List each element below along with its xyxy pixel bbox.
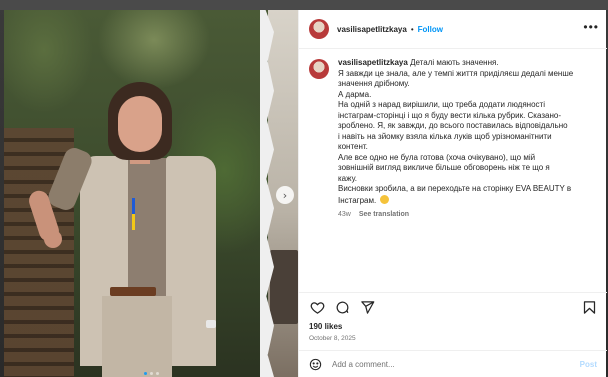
carousel-dots [144, 372, 159, 375]
caption-text: vasilisapetlitzkaya Деталі мають значенн… [338, 58, 596, 206]
follow-button[interactable]: Follow [418, 25, 443, 34]
post-comment-button[interactable]: Post [580, 360, 597, 369]
caption-line: Але все одно не була готова (хоча очікув… [338, 152, 536, 162]
photo-pants [102, 296, 172, 377]
photo-face [118, 96, 162, 152]
action-bar [299, 292, 607, 322]
header-username[interactable]: vasilisapetlitzkaya [337, 25, 407, 34]
photo-vest-right [166, 156, 216, 366]
post-modal: › vasilisapetlitzkaya • Follow ••• vasil… [4, 10, 607, 377]
carousel-dot [144, 372, 147, 375]
caption-line: контент. [338, 142, 368, 151]
backdrop-strip [0, 0, 608, 10]
smile-emoji-icon [380, 194, 390, 204]
carousel-dot [150, 372, 153, 375]
photo-bucket [270, 250, 298, 324]
caption-line: кажу. [338, 173, 357, 183]
caption-line: Інстаграм. [338, 195, 377, 205]
photo-belt [110, 287, 156, 296]
caption-meta: 43w See translation [338, 211, 596, 218]
avatar[interactable] [309, 19, 329, 39]
photo-hand [44, 230, 62, 248]
photo-ribbon-blue [132, 198, 135, 214]
post-media[interactable]: › [4, 10, 298, 377]
caption-username[interactable]: vasilisapetlitzkaya [338, 58, 408, 67]
carousel-dot [156, 372, 159, 375]
next-slide-button[interactable]: › [276, 186, 294, 204]
caption-body: vasilisapetlitzkaya Деталі мають значенн… [338, 58, 596, 218]
caption-line-last: Інстаграм. [338, 194, 596, 207]
avatar[interactable] [309, 59, 329, 79]
header-separator: • [410, 24, 414, 34]
heart-icon[interactable] [309, 300, 325, 316]
post-age: 43w [338, 211, 351, 218]
photo-ribbon-yellow [132, 214, 135, 230]
share-icon[interactable] [359, 300, 375, 316]
like-count[interactable]: 190 likes [309, 322, 342, 331]
photo-watch [206, 320, 216, 328]
comment-input[interactable] [332, 359, 580, 369]
see-translation-link[interactable]: See translation [359, 211, 409, 218]
more-options-icon[interactable]: ••• [583, 21, 599, 33]
post-side-panel: vasilisapetlitzkaya • Follow ••• vasilis… [298, 10, 607, 377]
caption-line: зроблено. Я, як завжди, до всього постав… [338, 121, 568, 130]
caption-line: інстаграм-сторінці і що я буду вести кіл… [338, 110, 561, 120]
caption-line: Висновки зробила, а ви переходьте на сто… [338, 184, 572, 193]
caption-line: А дарма. [338, 89, 372, 99]
chevron-right-icon: › [282, 188, 288, 202]
caption-line: значення дрібному. [338, 79, 410, 88]
caption-line: і навіть на зйомку взяла кілька луків що… [338, 131, 552, 141]
post-date: October 8, 2025 [309, 335, 356, 342]
bookmark-icon[interactable] [581, 300, 597, 316]
caption-line: На одній з нарад вирішили, що треба дода… [338, 100, 545, 109]
comment-box: Post [299, 350, 607, 377]
caption-line-0: vasilisapetlitzkaya Деталі мають значенн… [338, 58, 596, 69]
emoji-picker-icon[interactable] [309, 358, 322, 371]
caption-line: зовнішній вигляд викличе більше обговоре… [338, 163, 550, 172]
caption-first-line: Деталі мають значення. [410, 58, 499, 67]
caption: vasilisapetlitzkaya Деталі мають значенн… [309, 58, 599, 218]
post-header: vasilisapetlitzkaya • Follow ••• [299, 10, 607, 49]
caption-line: Я завжди це знала, але у темпі життя при… [338, 68, 574, 78]
comment-icon[interactable] [334, 300, 350, 316]
